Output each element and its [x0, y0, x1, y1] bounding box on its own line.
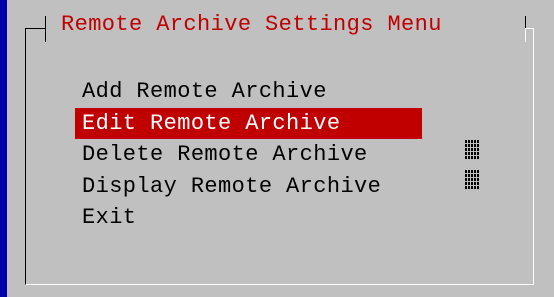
menu-item-display-remote-archive[interactable]: Display Remote Archive: [75, 171, 422, 203]
frame-title-right-highlight: [525, 28, 526, 42]
menu-item-edit-remote-archive[interactable]: Edit Remote Archive: [75, 107, 422, 139]
scroll-indicator-icon[interactable]: [465, 140, 479, 202]
menu-item-add-remote-archive[interactable]: Add Remote Archive: [75, 76, 422, 108]
menu-list: Add Remote Archive Edit Remote Archive D…: [75, 76, 422, 234]
frame-title-left-tick: [45, 16, 46, 42]
terminal-screen: Remote Archive Settings Menu Add Remote …: [0, 0, 554, 297]
menu-item-delete-remote-archive[interactable]: Delete Remote Archive: [75, 139, 422, 171]
menu-item-exit[interactable]: Exit: [75, 202, 422, 234]
frame-top-right-line: [525, 28, 534, 29]
frame-top-left-line: [25, 28, 45, 29]
dialog-title: Remote Archive Settings Menu: [61, 12, 442, 37]
settings-dialog: Remote Archive Settings Menu Add Remote …: [7, 0, 554, 297]
